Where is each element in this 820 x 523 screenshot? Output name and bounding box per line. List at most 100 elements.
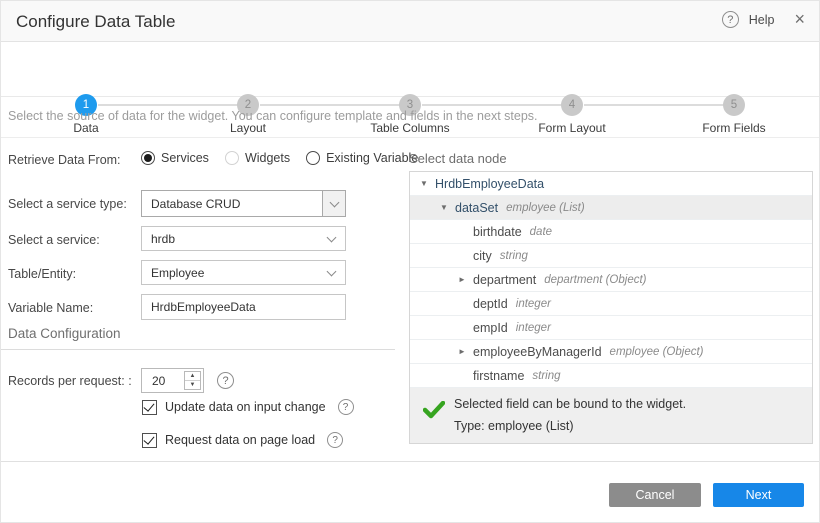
divider xyxy=(1,461,820,462)
step-4-label: Form Layout xyxy=(512,121,632,135)
configure-data-table-dialog: Configure Data Table ? Help × 1 2 3 4 5 … xyxy=(0,0,820,523)
dialog-header: Configure Data Table ? Help × xyxy=(1,1,820,42)
tree-node-type: string xyxy=(532,370,560,382)
update-data-checkbox-row: Update data on input change ? xyxy=(142,399,354,415)
tree-node-label: department xyxy=(473,273,536,287)
chevron-down-icon xyxy=(327,232,337,242)
request-data-checkbox-row: Request data on page load ? xyxy=(142,432,343,448)
close-icon[interactable]: × xyxy=(794,11,805,28)
step-connector xyxy=(422,104,562,106)
service-label: Select a service: xyxy=(8,233,100,247)
tree-node-label: HrdbEmployeeData xyxy=(435,177,544,191)
tree-node-type: date xyxy=(530,226,552,238)
radio-existing-variable-label: Existing Variable xyxy=(326,151,418,165)
tree-node-type: integer xyxy=(516,322,551,334)
tree-node-empid[interactable]: empId integer xyxy=(410,316,812,340)
step-description: Select the source of data for the widget… xyxy=(8,109,538,123)
variable-name-input[interactable] xyxy=(141,294,346,320)
request-data-checkbox[interactable] xyxy=(142,433,157,448)
service-type-value: Database CRUD xyxy=(142,197,322,211)
question-glyph: ? xyxy=(343,402,349,413)
table-entity-select[interactable]: Employee xyxy=(141,260,346,285)
tree-node-employeebymanagerid[interactable]: ► employeeByManagerId employee (Object) xyxy=(410,340,812,364)
tree-node-deptid[interactable]: deptId integer xyxy=(410,292,812,316)
tree-node-birthdate[interactable]: birthdate date xyxy=(410,220,812,244)
expander-right-icon[interactable]: ► xyxy=(456,275,468,284)
tree-node-label: city xyxy=(473,249,492,263)
retrieve-data-from-label: Retrieve Data From: xyxy=(8,153,121,167)
step-3-label: Table Columns xyxy=(350,121,470,135)
chevron-down-icon xyxy=(329,197,339,207)
tree-node-type: department (Object) xyxy=(544,274,646,286)
next-button[interactable]: Next xyxy=(713,483,804,507)
service-type-select[interactable]: Database CRUD xyxy=(141,190,346,217)
tree-node-dataset[interactable]: ▼ dataSet employee (List) xyxy=(410,196,812,220)
binding-status-text: Selected field can be bound to the widge… xyxy=(454,397,686,411)
expander-right-icon[interactable]: ► xyxy=(456,347,468,356)
radio-widgets[interactable]: Widgets xyxy=(225,151,290,165)
chevron-down-icon xyxy=(327,266,337,276)
table-entity-value: Employee xyxy=(142,266,328,280)
tree-node-department[interactable]: ► department department (Object) xyxy=(410,268,812,292)
question-glyph: ? xyxy=(332,435,338,446)
step-connector xyxy=(584,104,724,106)
update-data-checkbox[interactable] xyxy=(142,400,157,415)
radio-services-circle xyxy=(141,151,155,165)
step-5-label: Form Fields xyxy=(674,121,794,135)
tree-node-label: firstname xyxy=(473,369,524,383)
help-link[interactable]: Help xyxy=(749,13,775,27)
data-node-tree: ▼ HrdbEmployeeData ▼ dataSet employee (L… xyxy=(409,171,813,444)
radio-existing-variable[interactable]: Existing Variable xyxy=(306,151,418,165)
expander-down-icon[interactable]: ▼ xyxy=(418,179,430,188)
tree-node-firstname[interactable]: firstname string xyxy=(410,364,812,388)
success-check-icon xyxy=(423,401,445,419)
binding-type-text: Type: employee (List) xyxy=(454,419,574,433)
tree-node-type: integer xyxy=(516,298,551,310)
tree-node-city[interactable]: city string xyxy=(410,244,812,268)
radio-widgets-circle xyxy=(225,151,239,165)
radio-widgets-label: Widgets xyxy=(245,151,290,165)
table-entity-label: Table/Entity: xyxy=(8,267,76,281)
radio-services[interactable]: Services xyxy=(141,151,209,165)
step-4-circle[interactable]: 4 xyxy=(561,94,583,116)
binding-status-message: Selected field can be bound to the widge… xyxy=(410,388,812,443)
tree-node-label: dataSet xyxy=(455,201,498,215)
header-actions: ? Help × xyxy=(722,11,805,28)
service-value: hrdb xyxy=(142,232,328,246)
step-2-label: Layout xyxy=(188,121,308,135)
tree-node-hrdbemployeedata[interactable]: ▼ HrdbEmployeeData xyxy=(410,172,812,196)
service-type-dropdown-button[interactable] xyxy=(322,191,345,216)
dialog-title: Configure Data Table xyxy=(16,12,175,32)
expander-down-icon[interactable]: ▼ xyxy=(438,203,450,212)
spinner-down-icon[interactable]: ▼ xyxy=(185,381,200,389)
tree-node-label: employeeByManagerId xyxy=(473,345,602,359)
update-data-checkbox-label: Update data on input change xyxy=(165,400,326,414)
records-help-icon[interactable]: ? xyxy=(217,372,234,389)
select-data-node-heading: Select data node xyxy=(409,151,507,166)
spinner-buttons: ▲ ▼ xyxy=(184,371,201,390)
divider xyxy=(1,349,395,350)
cancel-button[interactable]: Cancel xyxy=(609,483,701,507)
update-data-help-icon[interactable]: ? xyxy=(338,399,354,415)
question-glyph: ? xyxy=(727,14,733,26)
step-5-circle[interactable]: 5 xyxy=(723,94,745,116)
radio-services-label: Services xyxy=(161,151,209,165)
spinner-up-icon[interactable]: ▲ xyxy=(185,372,200,381)
divider xyxy=(1,137,820,138)
tree-node-label: birthdate xyxy=(473,225,522,239)
records-per-request-value: 20 xyxy=(142,369,184,392)
wizard-stepper: 1 2 3 4 5 Data Layout Table Columns Form… xyxy=(1,42,820,97)
service-select[interactable]: hrdb xyxy=(141,226,346,251)
data-configuration-heading: Data Configuration xyxy=(8,326,121,341)
help-icon[interactable]: ? xyxy=(722,11,739,28)
step-connector xyxy=(260,104,400,106)
request-data-help-icon[interactable]: ? xyxy=(327,432,343,448)
retrieve-data-from-radios: Services Widgets Existing Variable xyxy=(141,151,418,165)
step-1-label: Data xyxy=(26,121,146,135)
request-data-checkbox-label: Request data on page load xyxy=(165,433,315,447)
records-per-request-stepper[interactable]: 20 ▲ ▼ xyxy=(141,368,204,393)
tree-node-type: employee (Object) xyxy=(610,346,704,358)
step-connector xyxy=(98,104,238,106)
radio-selected-dot xyxy=(144,154,152,162)
records-per-request-label: Records per request: : xyxy=(8,374,132,388)
